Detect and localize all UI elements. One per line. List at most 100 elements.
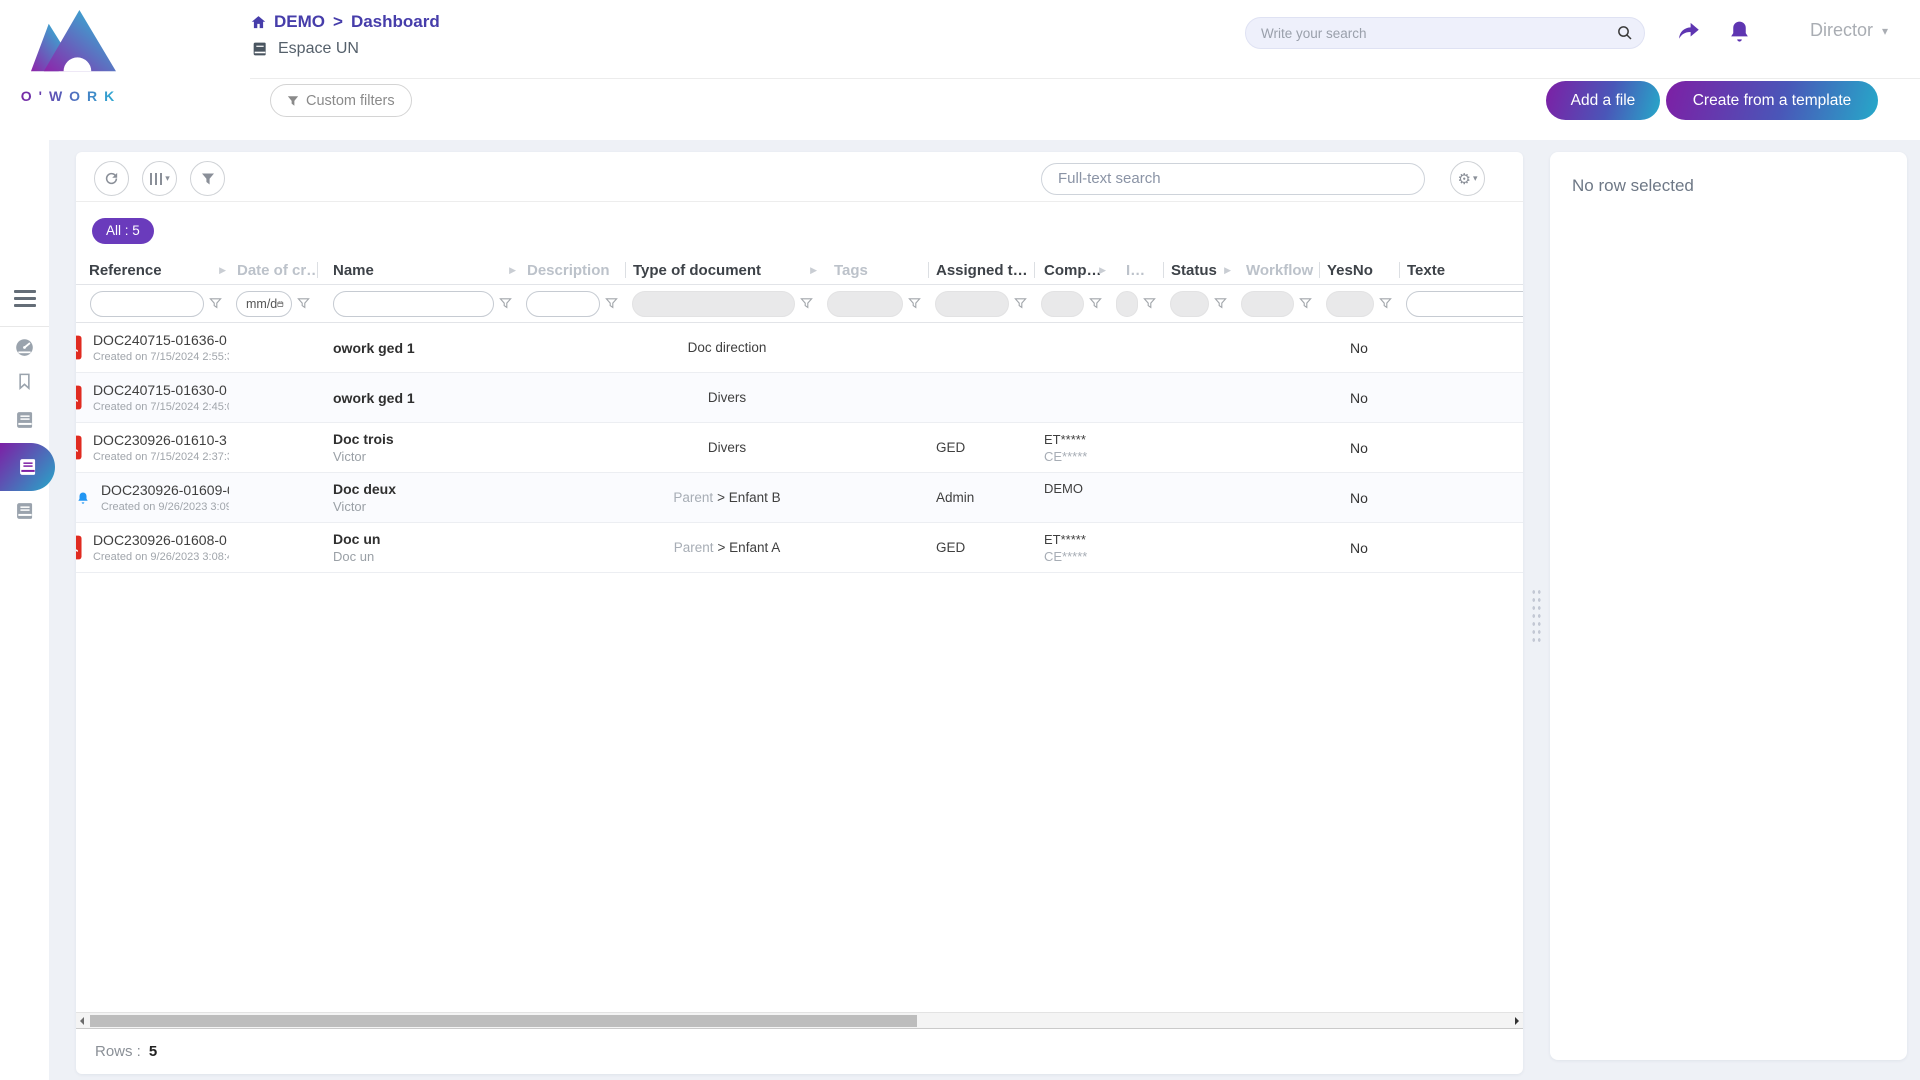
table-row[interactable]: DOC230926-01608-0Created on 9/26/2023 3:… [76, 523, 1523, 573]
add-file-button[interactable]: Add a file [1546, 81, 1660, 120]
role-dropdown[interactable]: Director ▾ [1810, 20, 1888, 41]
filter-builder-button[interactable] [190, 161, 225, 196]
table-row[interactable]: DOC230926-01610-3Created on 7/15/2024 2:… [76, 423, 1523, 473]
global-search-input[interactable] [1245, 17, 1645, 49]
sort-arrow-icon[interactable]: ▶ [509, 265, 516, 276]
refresh-button[interactable] [94, 161, 129, 196]
table-row[interactable]: w DOC230926-01609-0Created on 9/26/2023 … [76, 473, 1523, 523]
table-row[interactable]: DOC240715-01636-0Created on 7/15/2024 2:… [76, 323, 1523, 373]
cell-reference: DOC230926-01610-3Created on 7/15/2024 2:… [76, 423, 229, 472]
share-button[interactable] [1672, 14, 1706, 48]
grid-settings-button[interactable]: ⚙ ▾ [1450, 161, 1485, 196]
cell-tags [820, 473, 928, 522]
filter-input-date[interactable]: mm/d [236, 291, 292, 317]
column-header-name[interactable]: Name▶ [317, 256, 519, 284]
scrollbar-thumb[interactable] [90, 1015, 917, 1027]
cell-texte [1399, 373, 1523, 422]
column-chooser-button[interactable]: ▾ [142, 161, 177, 196]
column-header-reference[interactable]: Reference▶ [76, 256, 229, 284]
column-header-tags[interactable]: Tags [820, 256, 928, 284]
chevron-down-icon: ▾ [1882, 24, 1888, 38]
sort-arrow-icon[interactable]: ▶ [810, 265, 817, 276]
bookmark-icon [15, 372, 34, 391]
table-header-row: Reference▶ Date of cr… Name▶ Description… [76, 256, 1523, 285]
column-header-assigned-to[interactable]: Assigned t… [928, 256, 1034, 284]
column-header-yesno[interactable]: YesNo [1319, 256, 1399, 284]
notifications-button[interactable] [1722, 14, 1756, 48]
column-header-type-of-document[interactable]: Type of document▶ [625, 256, 820, 284]
filter-funnel-icon[interactable] [1014, 297, 1027, 310]
column-header-description[interactable]: Description [519, 256, 625, 284]
breadcrumb-root: DEMO [274, 12, 325, 32]
filter-input-reference[interactable] [90, 291, 204, 317]
logo-wordmark: O'WORK [16, 88, 126, 104]
filter-input-workflow-disabled [1241, 291, 1294, 317]
column-header-company[interactable]: Comp…▶ [1034, 256, 1109, 284]
tab-all-count[interactable]: All : 5 [92, 218, 154, 244]
filter-funnel-icon[interactable] [1379, 297, 1392, 310]
grid-toolbar: ▾ ⚙ ▾ [76, 152, 1523, 202]
filter-funnel-icon[interactable] [1143, 297, 1156, 310]
sidebar-menu-toggle[interactable] [0, 286, 49, 310]
sidebar-item-dashboard[interactable] [0, 334, 49, 360]
filter-funnel-icon[interactable] [209, 297, 222, 310]
cell-tags [820, 423, 928, 472]
speedometer-icon [14, 337, 35, 358]
cell-assigned: GED [928, 423, 1034, 472]
breadcrumb-home-link[interactable]: DEMO [250, 12, 325, 32]
custom-filters-label: Custom filters [306, 93, 395, 109]
calendar-icon[interactable] [277, 298, 284, 310]
sort-arrow-icon[interactable]: ▶ [1224, 265, 1231, 276]
filter-funnel-icon[interactable] [1299, 297, 1312, 310]
sidebar-item-documents-active[interactable] [0, 443, 55, 491]
horizontal-scrollbar[interactable] [76, 1012, 1523, 1029]
filter-funnel-icon[interactable] [1214, 297, 1227, 310]
custom-filters-button[interactable]: Custom filters [270, 84, 412, 117]
filter-funnel-icon[interactable] [800, 297, 813, 310]
sidebar-item-archive[interactable] [0, 498, 49, 524]
table-row[interactable]: DOC240715-01630-0Created on 7/15/2024 2:… [76, 373, 1523, 423]
scroll-left-icon[interactable] [80, 1017, 84, 1025]
search-icon[interactable] [1616, 24, 1634, 42]
scroll-right-icon[interactable] [1515, 1017, 1519, 1025]
filter-funnel-icon[interactable] [297, 297, 310, 310]
filter-cell-yesno [1319, 285, 1399, 322]
breadcrumb-current[interactable]: Dashboard [351, 12, 440, 32]
sidebar-divider [0, 326, 49, 327]
panel-resize-handle[interactable] [1531, 588, 1542, 646]
create-from-template-button[interactable]: Create from a template [1666, 81, 1878, 120]
cell-name: owork ged 1 [317, 373, 519, 422]
filter-input-texte[interactable] [1406, 291, 1523, 317]
app-logo: O'WORK [16, 6, 126, 104]
pdf-file-icon [76, 335, 82, 360]
book-icon [15, 501, 35, 521]
cell-tags [820, 523, 928, 572]
fulltext-search-input[interactable] [1041, 163, 1425, 195]
sort-arrow-icon[interactable]: ▶ [219, 265, 226, 276]
cell-description [519, 523, 625, 572]
column-header-workflow[interactable]: Workflow [1234, 256, 1319, 284]
filter-input-name[interactable] [333, 291, 494, 317]
filter-cell-company [1034, 285, 1109, 322]
cell-status [1163, 523, 1234, 572]
cell-date [229, 473, 317, 522]
cell-yesno: No [1319, 473, 1399, 522]
filter-funnel-icon[interactable] [1089, 297, 1102, 310]
filter-cell-date: mm/d [229, 285, 317, 322]
column-header-date-of-creation[interactable]: Date of cr… [229, 256, 317, 284]
filter-input-description[interactable] [526, 291, 600, 317]
sidebar-item-library[interactable] [0, 407, 49, 433]
column-header-i[interactable]: I… [1109, 256, 1163, 284]
sort-arrow-icon[interactable]: ▶ [1099, 265, 1106, 276]
cell-yesno: No [1319, 373, 1399, 422]
sidebar-item-bookmarks[interactable] [0, 368, 49, 394]
cell-texte [1399, 523, 1523, 572]
filter-input-type-disabled [632, 291, 795, 317]
filter-funnel-icon[interactable] [908, 297, 921, 310]
filter-cell-tags [820, 285, 928, 322]
filter-funnel-icon[interactable] [605, 297, 618, 310]
filter-funnel-icon[interactable] [499, 297, 512, 310]
book-icon [15, 410, 35, 430]
column-header-status[interactable]: Status▶ [1163, 256, 1234, 284]
column-header-texte[interactable]: Texte [1399, 256, 1523, 284]
